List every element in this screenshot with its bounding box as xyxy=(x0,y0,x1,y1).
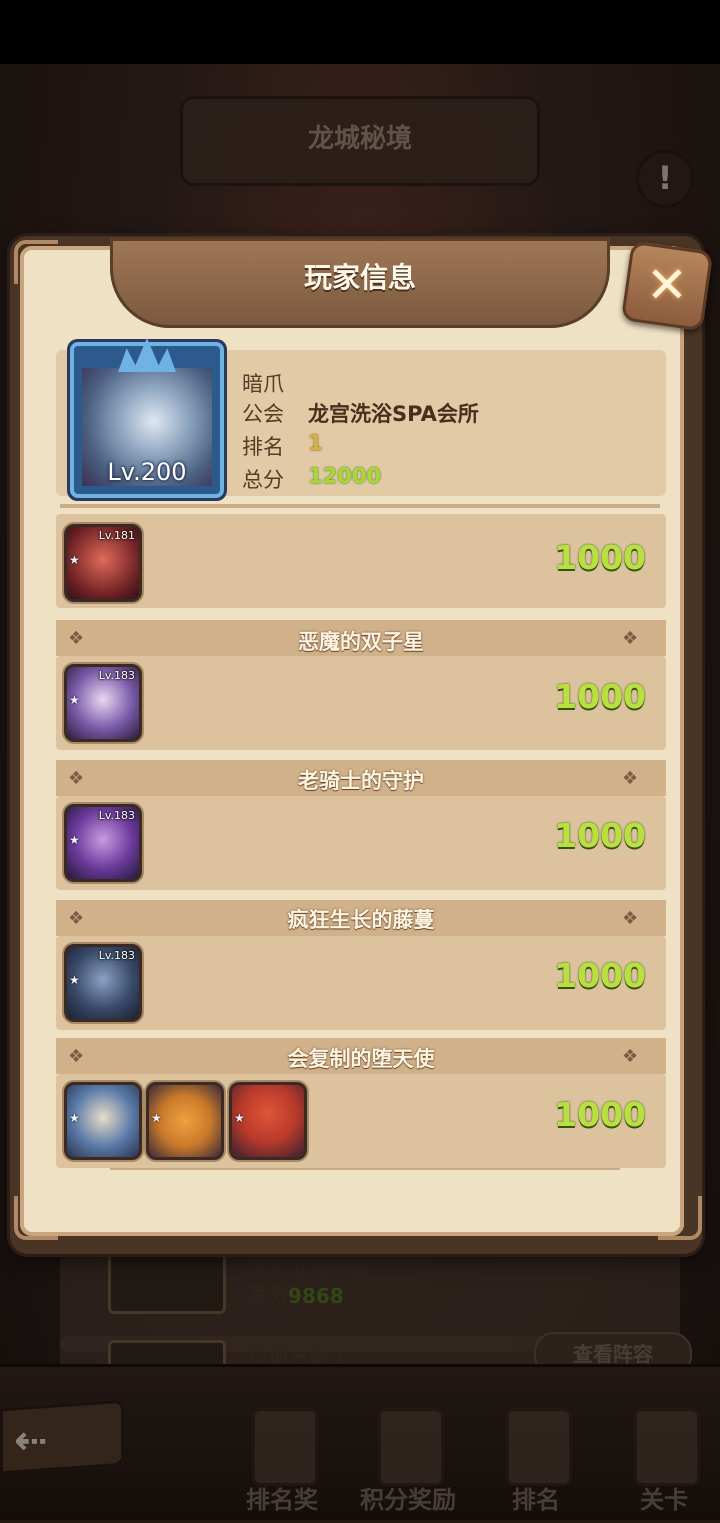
corner-ornament xyxy=(658,1196,702,1240)
team-title: 老骑士的守护 xyxy=(56,765,666,795)
rank-label: 排名 xyxy=(242,431,284,461)
dialog-title: 玩家信息 xyxy=(110,256,610,296)
hero-avatar[interactable]: Lv.183 ★ xyxy=(64,944,142,1022)
player-name: 暗爪 xyxy=(242,368,284,398)
hero-level: Lv.183 xyxy=(99,809,135,822)
guild-name: 龙宫洗浴SPA会所 xyxy=(308,398,479,428)
rank-value: 1 xyxy=(308,431,323,455)
star-icon: ★ xyxy=(69,693,80,707)
team-score: 1000 xyxy=(520,677,646,716)
star-icon: ★ xyxy=(69,553,80,567)
star-icon: ★ xyxy=(151,1111,162,1125)
corner-ornament xyxy=(14,240,58,284)
status-bar xyxy=(0,0,720,64)
hero-avatar[interactable]: Lv.183 ★ xyxy=(64,804,142,882)
hero-level: Lv.183 xyxy=(99,669,135,682)
hero-avatar[interactable]: ★ xyxy=(64,1082,142,1160)
star-icon: ★ xyxy=(234,1111,245,1125)
divider xyxy=(110,1168,620,1170)
score-label: 总分 xyxy=(242,464,284,494)
hero-level: Lv.183 xyxy=(99,949,135,962)
hero-avatar[interactable]: Lv.181 ★ xyxy=(64,524,142,602)
star-icon: ★ xyxy=(69,1111,80,1125)
total-score: 12000 xyxy=(308,464,381,488)
hero-level: Lv.181 xyxy=(99,529,135,542)
hero-avatar[interactable]: ★ xyxy=(146,1082,224,1160)
team-score: 1000 xyxy=(520,956,646,995)
team-score: 1000 xyxy=(520,816,646,855)
hero-avatar[interactable]: ★ xyxy=(229,1082,307,1160)
player-level: Lv.200 xyxy=(82,458,212,486)
star-icon: ★ xyxy=(69,833,80,847)
hero-avatar[interactable]: Lv.183 ★ xyxy=(64,664,142,742)
team-title: 恶魔的双子星 xyxy=(56,626,666,656)
team-score: 1000 xyxy=(520,1095,646,1134)
team-title: 会复制的堕天使 xyxy=(56,1043,666,1073)
team-score: 1000 xyxy=(520,538,646,577)
team-title: 疯狂生长的藤蔓 xyxy=(56,904,666,934)
star-icon: ★ xyxy=(69,973,80,987)
corner-ornament xyxy=(14,1196,58,1240)
guild-label: 公会 xyxy=(242,398,284,428)
close-x-icon: ✕ xyxy=(626,250,708,320)
divider xyxy=(60,504,660,508)
